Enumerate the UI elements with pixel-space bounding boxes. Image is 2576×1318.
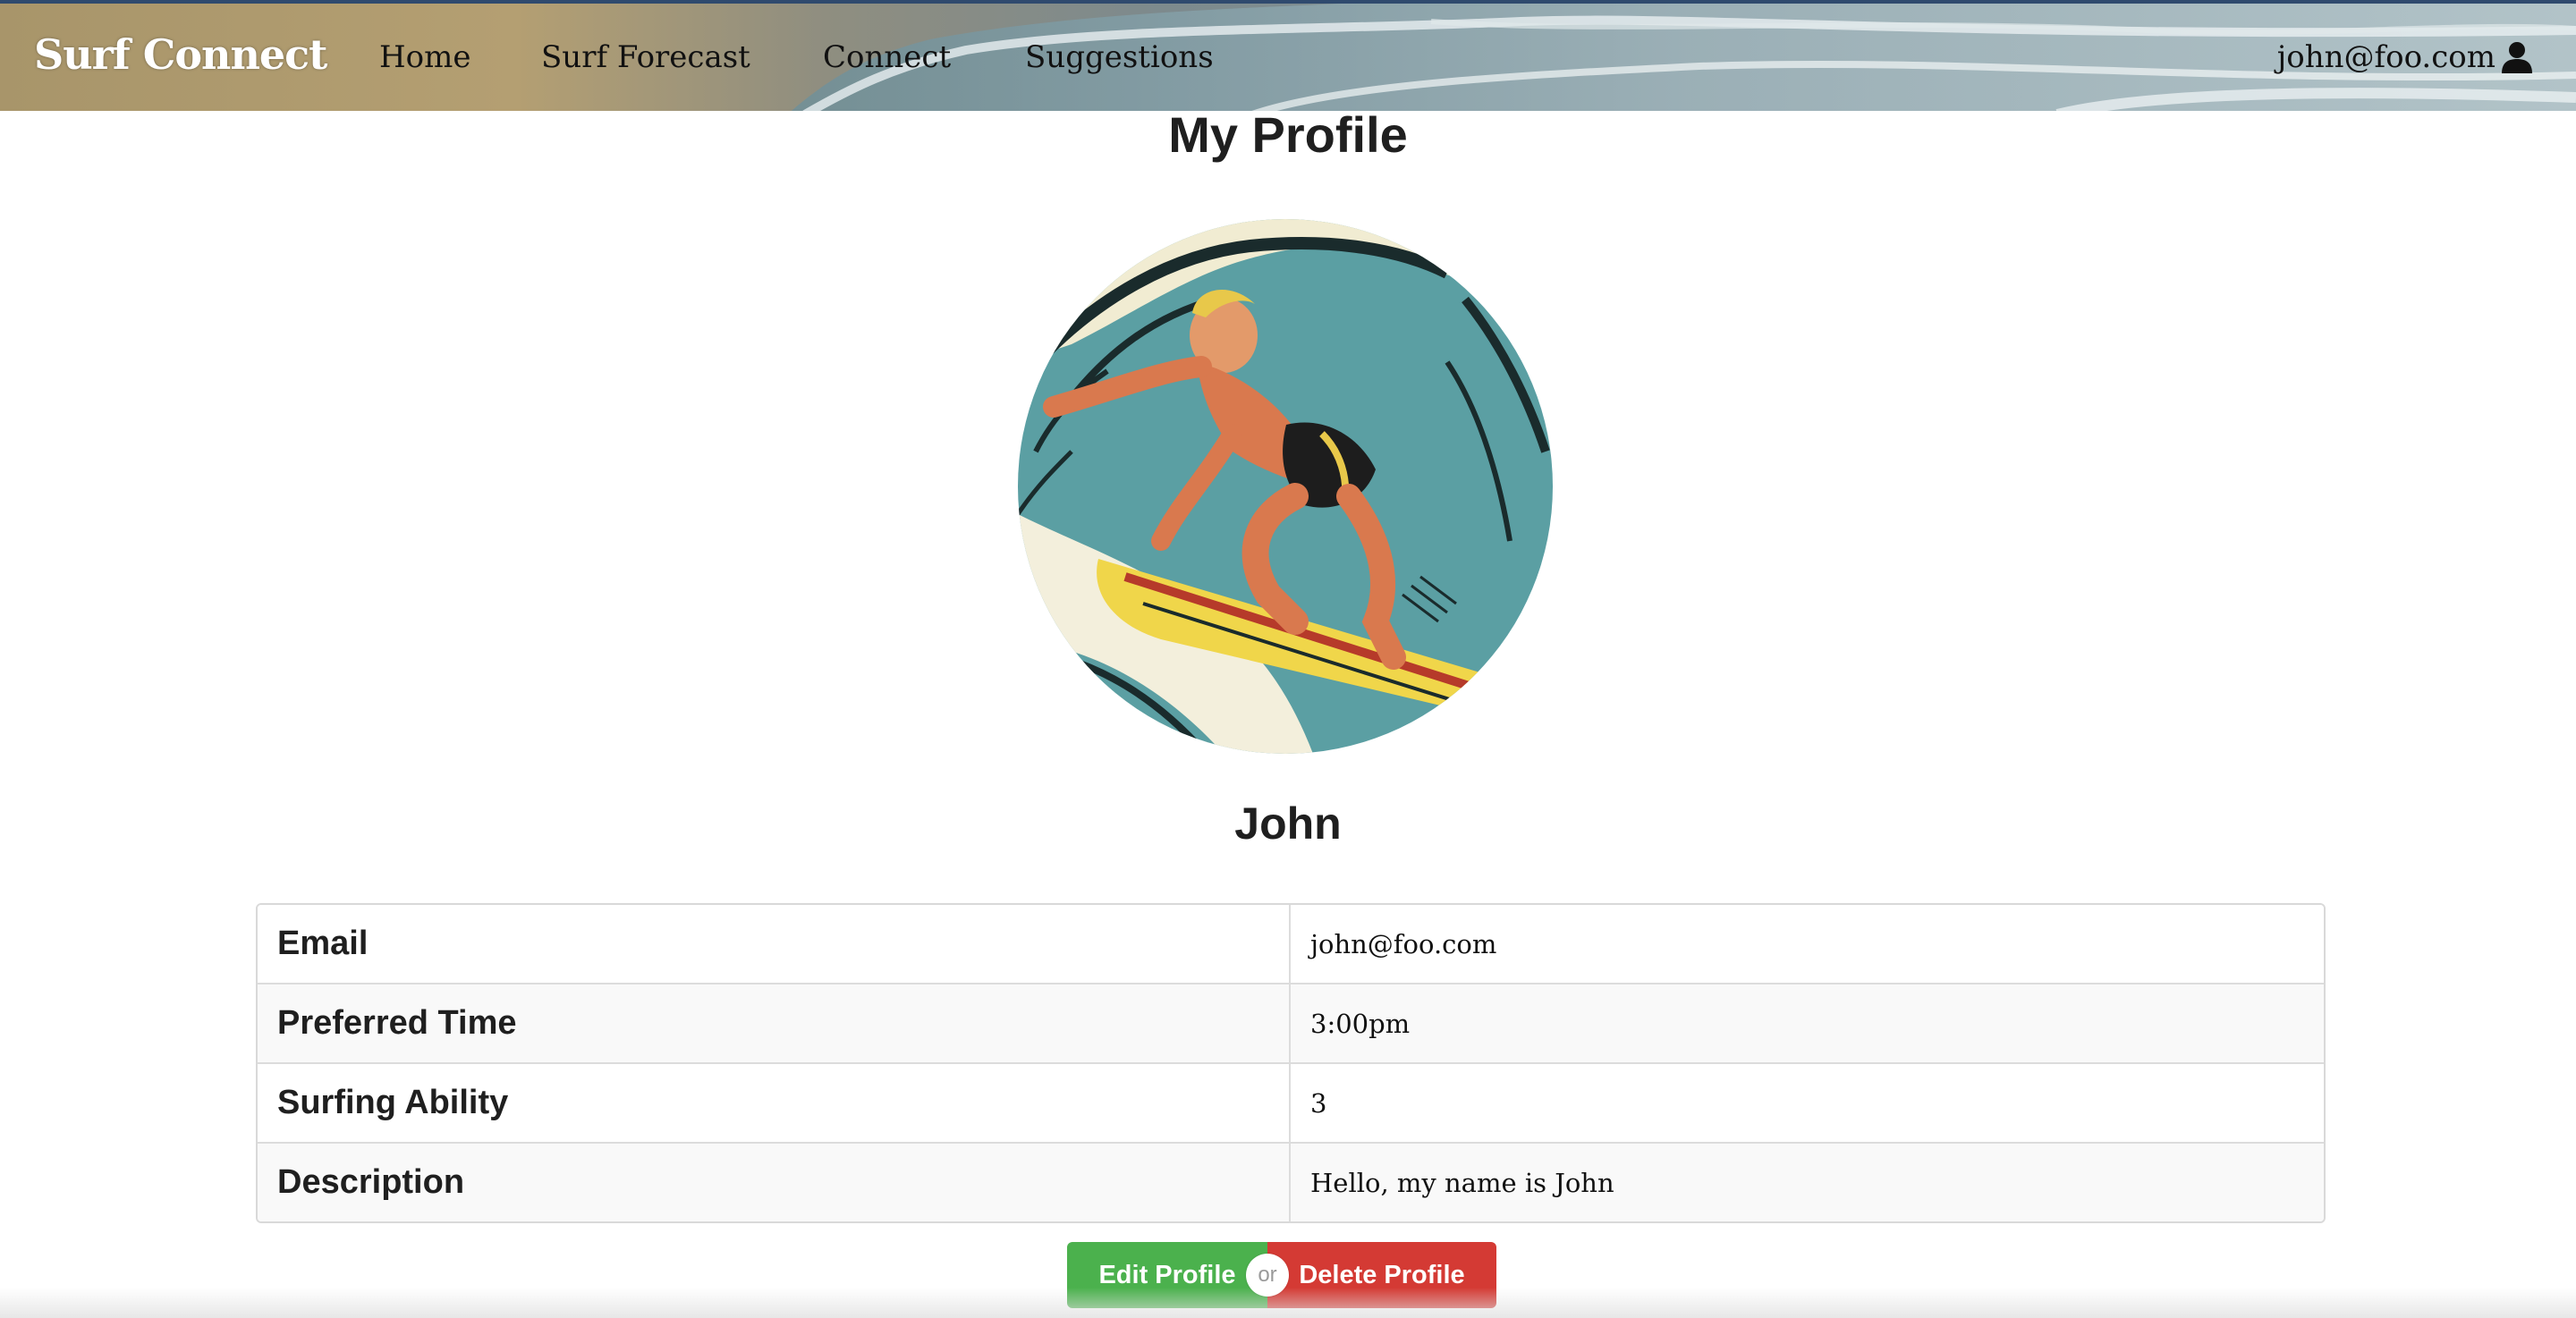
field-value: john@foo.com — [1291, 905, 2324, 983]
footer-shadow — [0, 1288, 2576, 1318]
profile-info-table: Email john@foo.com Preferred Time 3:00pm… — [256, 903, 2326, 1223]
nav-item-suggestions[interactable]: Suggestions — [1025, 39, 1214, 75]
nav-item-connect[interactable]: Connect — [823, 39, 951, 75]
table-row-surfing-ability: Surfing Ability 3 — [258, 1062, 2324, 1142]
field-label: Preferred Time — [258, 984, 1291, 1062]
avatar — [1018, 219, 1553, 754]
field-label: Description — [258, 1144, 1291, 1221]
profile-name: John — [1234, 798, 1342, 849]
table-row-description: Description Hello, my name is John — [258, 1142, 2324, 1221]
navbar: Surf Connect Home Surf Forecast Connect … — [0, 0, 2576, 111]
table-row-email: Email john@foo.com — [258, 905, 2324, 983]
field-value: 3 — [1291, 1064, 2324, 1142]
table-row-preferred-time: Preferred Time 3:00pm — [258, 983, 2324, 1062]
nav-item-home[interactable]: Home — [379, 39, 470, 75]
field-value: 3:00pm — [1291, 984, 2324, 1062]
nav-item-surf-forecast[interactable]: Surf Forecast — [541, 39, 750, 75]
user-icon — [2502, 42, 2532, 73]
surfer-illustration-icon — [1018, 219, 1553, 754]
navbar-content: Surf Connect Home Surf Forecast Connect … — [0, 4, 2576, 111]
page-title: My Profile — [1168, 106, 1408, 163]
user-email: john@foo.com — [2276, 39, 2496, 75]
brand-logo[interactable]: Surf Connect — [34, 30, 327, 79]
user-menu[interactable]: john@foo.com — [2277, 39, 2535, 75]
or-label: or — [1246, 1254, 1289, 1297]
field-label: Email — [258, 905, 1291, 983]
field-label: Surfing Ability — [258, 1064, 1291, 1142]
field-value: Hello, my name is John — [1291, 1144, 2324, 1221]
profile-page: Surf Connect Home Surf Forecast Connect … — [0, 0, 2576, 1318]
